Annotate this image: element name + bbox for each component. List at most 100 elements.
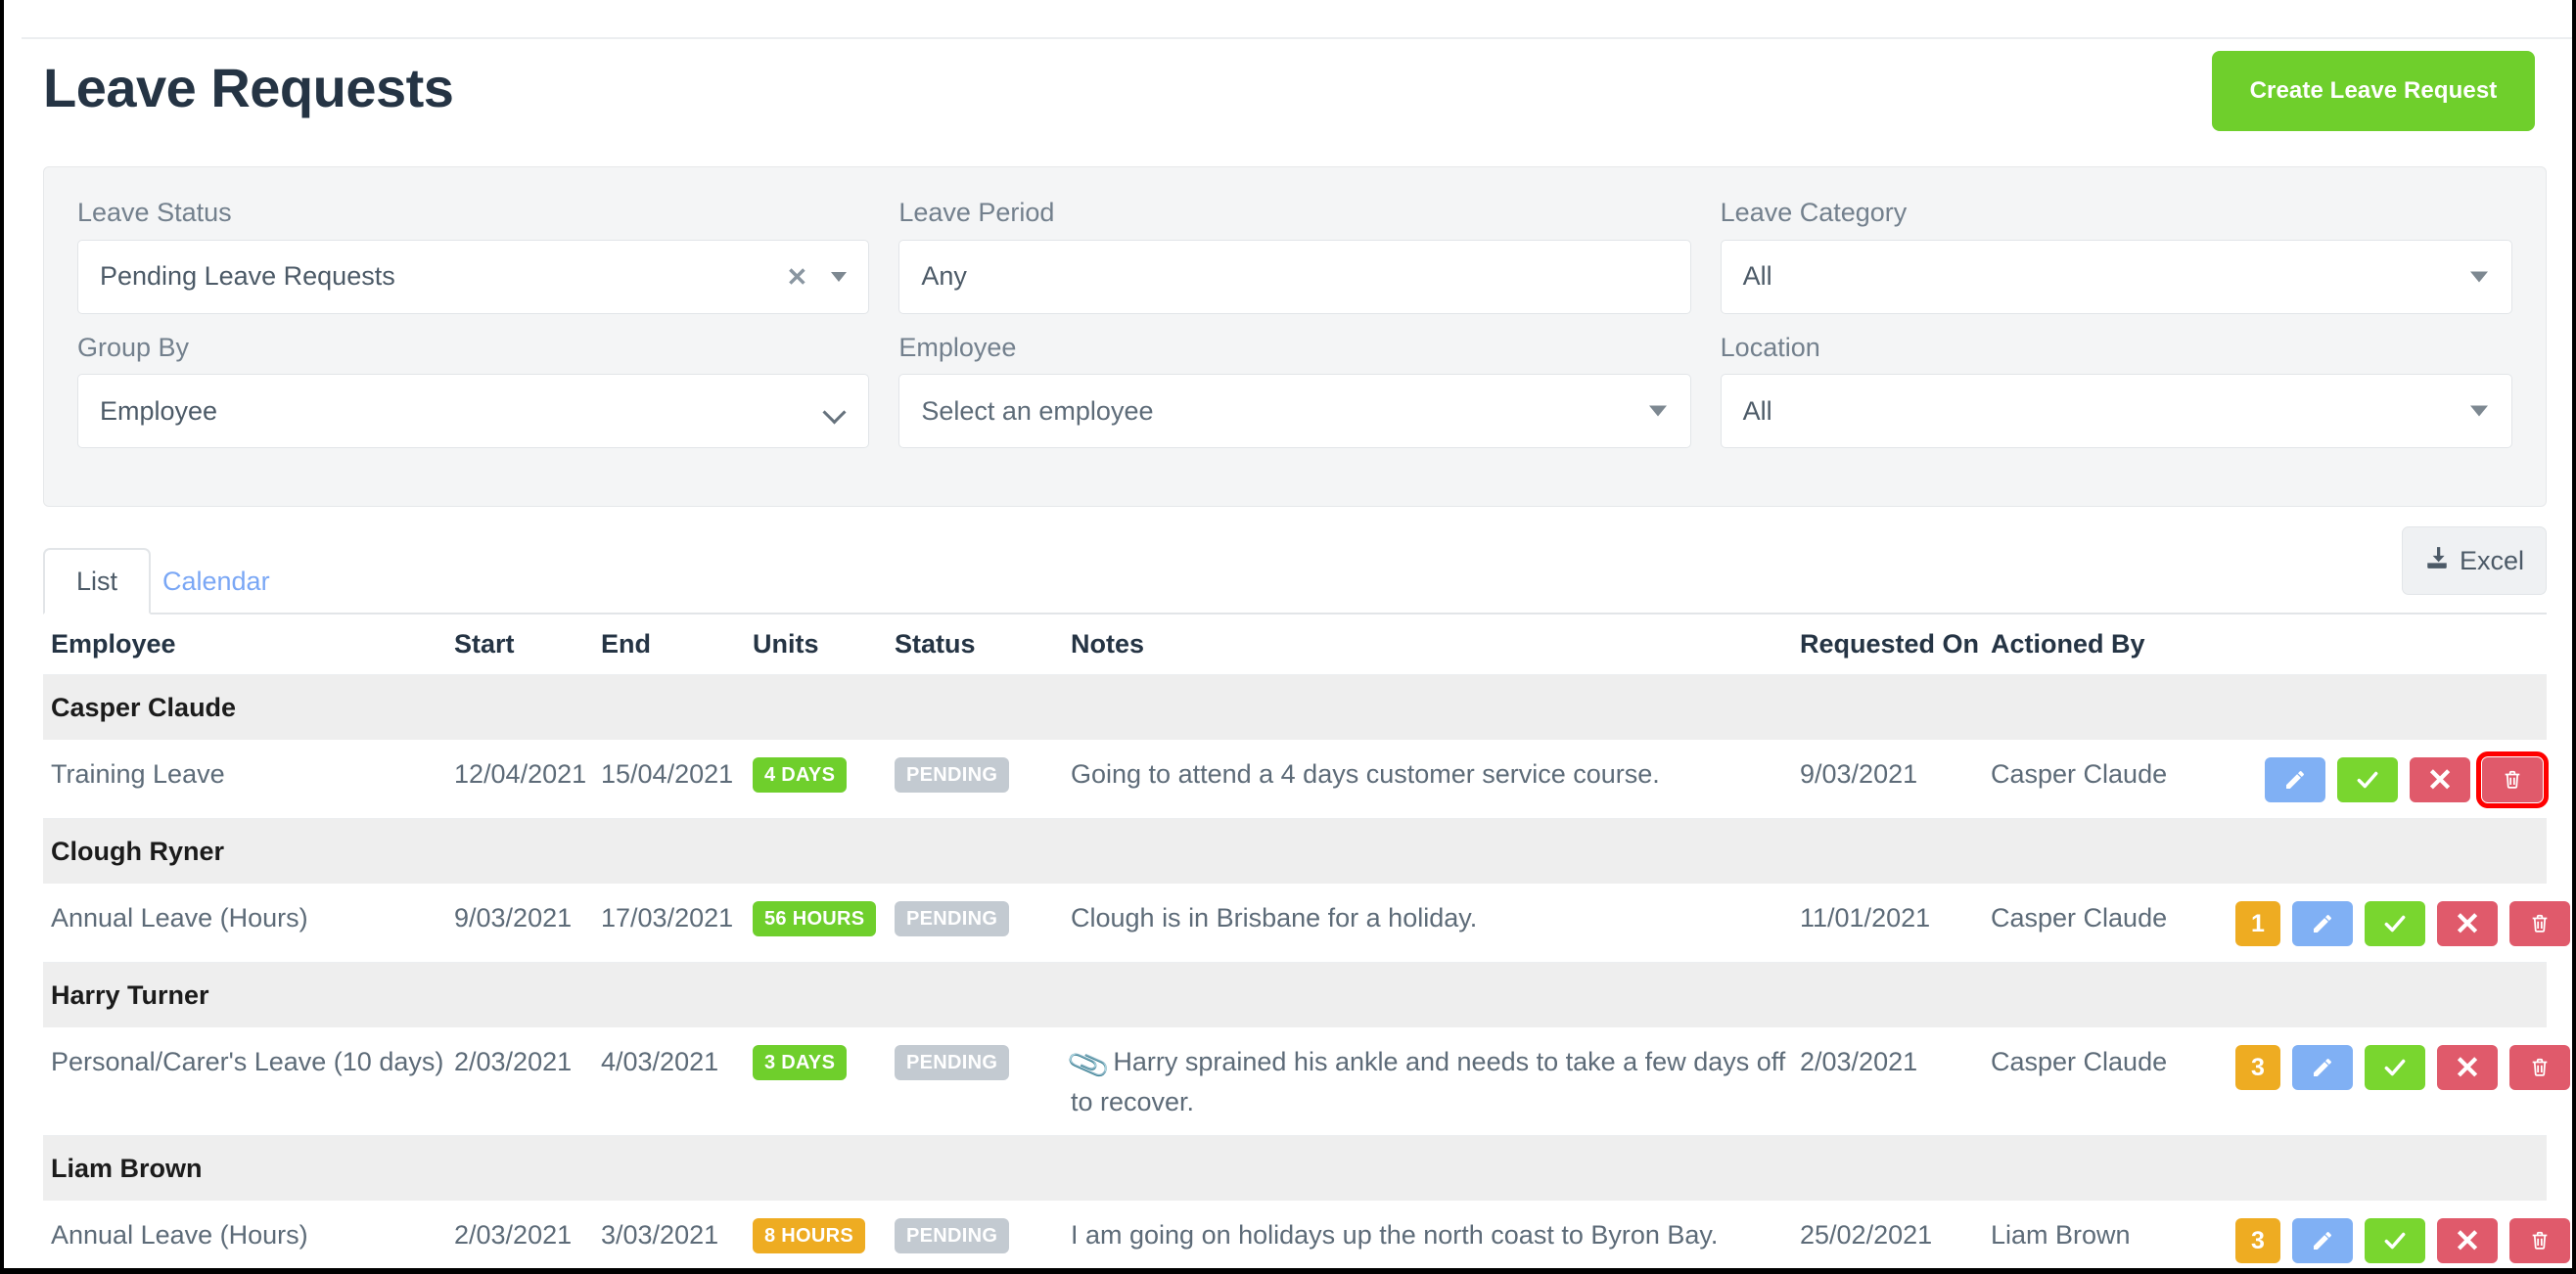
cell-row-actions: 3 ✕ xyxy=(2235,1218,2572,1264)
cell-row-actions: ✕ xyxy=(2235,751,2549,808)
leave-category-label: Leave Category xyxy=(1720,198,1908,227)
cell-notes: I am going on holidays up the north coas… xyxy=(1071,1220,1719,1251)
leave-status-select[interactable]: Pending Leave Requests ✕ xyxy=(77,239,870,314)
employee-label: Employee xyxy=(898,332,1017,362)
employee-value: Select an employee xyxy=(921,395,1154,426)
cell-notes: Going to attend a 4 days customer servic… xyxy=(1071,759,1660,789)
edit-button[interactable] xyxy=(2292,1045,2353,1090)
leave-period-value: Any xyxy=(921,261,967,292)
cell-leave-type: Annual Leave (Hours) xyxy=(51,903,308,933)
group-employee-name: Liam Brown xyxy=(51,1153,203,1183)
tab-list[interactable]: List xyxy=(43,548,151,614)
cell-end-date: 4/03/2021 xyxy=(601,1047,719,1076)
clear-icon[interactable]: ✕ xyxy=(787,264,808,290)
filter-employee: Employee Select an employee xyxy=(898,332,1691,449)
cell-actioned-by: Casper Claude xyxy=(1991,1047,2168,1076)
cell-status: PENDING xyxy=(895,1045,1071,1082)
cell-units: 8 HOURS xyxy=(753,1218,895,1255)
column-header-notes: Notes xyxy=(1071,629,1145,659)
group-by-label: Group By xyxy=(77,332,190,362)
trash-icon xyxy=(2529,1229,2551,1252)
delete-button[interactable] xyxy=(2509,1045,2570,1090)
group-header-row: Harry Turner xyxy=(43,963,2547,1027)
approve-button[interactable] xyxy=(2337,757,2398,802)
column-header-status: Status xyxy=(895,629,976,659)
cell-status: PENDING xyxy=(895,901,1071,938)
comment-count-badge[interactable]: 3 xyxy=(2235,1045,2280,1090)
cell-leave-type: Personal/Carer's Leave (10 days) xyxy=(51,1047,444,1076)
page-title: Leave Requests xyxy=(43,57,454,118)
decline-button[interactable]: ✕ xyxy=(2437,1045,2498,1090)
export-excel-label: Excel xyxy=(2459,545,2524,575)
download-icon xyxy=(2424,545,2450,577)
table-row: Annual Leave (Hours) 9/03/2021 17/03/2021 5… xyxy=(43,884,2570,963)
units-badge: 3 DAYS xyxy=(753,1045,848,1080)
employee-select[interactable]: Select an employee xyxy=(898,374,1691,449)
pencil-icon xyxy=(2311,1229,2334,1252)
delete-button[interactable] xyxy=(2509,901,2570,946)
view-tabs: List Calendar Excel xyxy=(43,526,2547,614)
edit-button[interactable] xyxy=(2292,1218,2353,1264)
chevron-down-icon xyxy=(1648,405,1667,417)
approve-button[interactable] xyxy=(2365,1218,2425,1264)
check-icon xyxy=(2355,767,2380,793)
tab-calendar[interactable]: Calendar xyxy=(162,548,270,614)
decline-button[interactable]: ✕ xyxy=(2437,1218,2498,1264)
column-header-end: End xyxy=(601,629,651,659)
filter-leave-category: Leave Category All xyxy=(1720,198,2512,314)
group-employee-name: Harry Turner xyxy=(51,979,209,1010)
create-leave-request-button[interactable]: Create Leave Request xyxy=(2212,51,2535,131)
filter-group-by: Group By Employee xyxy=(77,332,870,449)
group-by-value: Employee xyxy=(100,395,218,426)
group-employee-name: Casper Claude xyxy=(51,692,237,722)
attachment-icon[interactable]: 📎 xyxy=(1064,1040,1114,1091)
chevron-down-icon xyxy=(831,271,848,282)
comment-count-badge[interactable]: 3 xyxy=(2235,1218,2280,1264)
edit-button[interactable] xyxy=(2265,757,2325,802)
comment-count-badge[interactable]: 1 xyxy=(2235,901,2280,946)
cell-status: PENDING xyxy=(895,1218,1071,1255)
status-badge: PENDING xyxy=(895,757,1010,793)
group-by-select[interactable]: Employee xyxy=(77,374,870,449)
cell-actioned-by: Casper Claude xyxy=(1991,903,2168,933)
chevron-down-icon xyxy=(2469,271,2488,283)
filter-leave-period: Leave Period Any xyxy=(898,198,1691,314)
page-header: Leave Requests Create Leave Request xyxy=(43,51,2539,139)
approve-button[interactable] xyxy=(2365,1045,2425,1090)
close-icon: ✕ xyxy=(2454,1050,2481,1085)
cell-status: PENDING xyxy=(895,757,1071,795)
chevron-down-icon xyxy=(2469,405,2488,417)
check-icon xyxy=(2382,1228,2408,1253)
column-header-units: Units xyxy=(753,629,819,659)
leave-period-input[interactable]: Any xyxy=(898,239,1691,314)
trash-icon xyxy=(2529,1056,2551,1079)
delete-button[interactable] xyxy=(2509,1218,2570,1264)
delete-button[interactable] xyxy=(2476,751,2549,808)
cell-notes: Clough is in Brisbane for a holiday. xyxy=(1071,903,1478,933)
cell-units: 56 HOURS xyxy=(753,901,895,938)
decline-button[interactable]: ✕ xyxy=(2410,757,2470,802)
leave-status-label: Leave Status xyxy=(77,198,232,227)
close-icon: ✕ xyxy=(2454,906,2481,941)
location-select[interactable]: All xyxy=(1720,374,2512,449)
filter-location: Location All xyxy=(1720,333,2512,449)
group-header-row: Casper Claude xyxy=(43,675,2547,740)
status-badge: PENDING xyxy=(895,1045,1010,1080)
approve-button[interactable] xyxy=(2365,901,2425,946)
units-badge: 8 HOURS xyxy=(753,1218,866,1254)
cell-actioned-by: Casper Claude xyxy=(1991,759,2168,789)
cell-row-actions: 1 ✕ xyxy=(2235,901,2572,946)
group-header-row: Clough Ryner xyxy=(43,819,2547,884)
export-excel-button[interactable]: Excel xyxy=(2401,526,2547,595)
edit-button[interactable] xyxy=(2292,901,2353,946)
group-header-row: Liam Brown xyxy=(43,1136,2547,1202)
cell-start-date: 9/03/2021 xyxy=(454,903,573,933)
cell-requested-on: 25/02/2021 xyxy=(1800,1220,1933,1251)
cell-leave-type: Training Leave xyxy=(51,759,225,789)
decline-button[interactable]: ✕ xyxy=(2437,901,2498,946)
top-divider xyxy=(22,37,2572,39)
leave-category-select[interactable]: All xyxy=(1720,239,2512,314)
cell-row-actions: 3 ✕ xyxy=(2235,1045,2572,1090)
leave-requests-page: Leave Requests Create Leave Request Leav… xyxy=(0,0,2576,1274)
cell-requested-on: 11/01/2021 xyxy=(1800,903,1931,933)
